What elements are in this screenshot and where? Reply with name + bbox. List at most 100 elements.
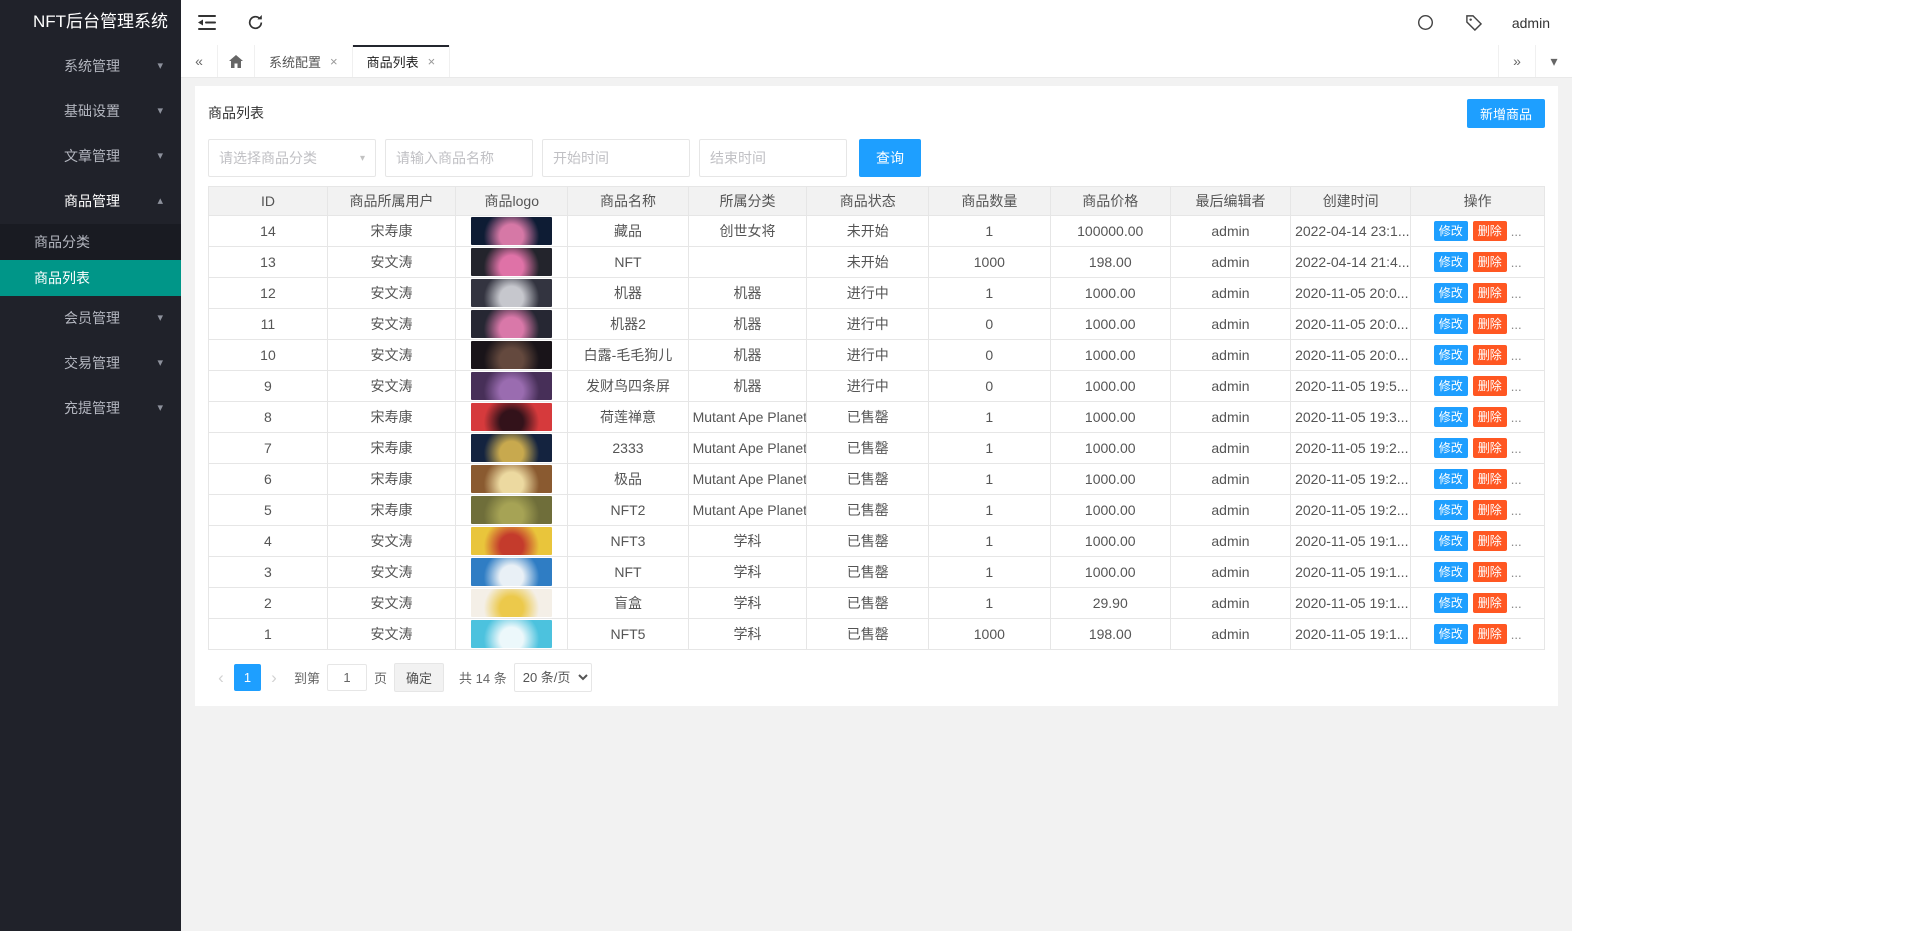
sidebar-item-member-mgmt[interactable]: 会员管理 ▾ <box>0 296 181 341</box>
delete-button[interactable]: 删除 <box>1473 562 1507 582</box>
edit-button[interactable]: 修改 <box>1434 531 1468 551</box>
edit-button[interactable]: 修改 <box>1434 314 1468 334</box>
close-icon[interactable]: × <box>428 55 436 68</box>
edit-button[interactable]: 修改 <box>1434 407 1468 427</box>
table-row: 5宋寿康NFT2Mutant Ape Planet已售罄11000.00admi… <box>209 495 1545 526</box>
cell-id: 14 <box>209 216 328 247</box>
cell-price: 1000.00 <box>1050 402 1170 433</box>
cell-created: 2020-11-05 20:0... <box>1291 309 1411 340</box>
chevron-down-icon: ▾ <box>360 153 365 164</box>
delete-button[interactable]: 删除 <box>1473 345 1507 365</box>
more-actions-button[interactable]: ... <box>1511 286 1522 301</box>
column-header: 商品所属用户 <box>327 187 455 216</box>
more-actions-button[interactable]: ... <box>1511 379 1522 394</box>
sidebar-item-product-category[interactable]: 商品分类 <box>0 224 181 260</box>
category-select[interactable]: 请选择商品分类 ▾ <box>208 139 376 177</box>
edit-button[interactable]: 修改 <box>1434 562 1468 582</box>
edit-button[interactable]: 修改 <box>1434 469 1468 489</box>
cell-logo <box>456 216 568 247</box>
cell-category: 学科 <box>688 619 807 650</box>
product-name-input[interactable] <box>385 139 533 177</box>
more-actions-button[interactable]: ... <box>1511 565 1522 580</box>
cell-logo <box>456 557 568 588</box>
more-actions-button[interactable]: ... <box>1511 441 1522 456</box>
more-actions-button[interactable]: ... <box>1511 534 1522 549</box>
more-actions-button[interactable]: ... <box>1511 224 1522 239</box>
sidebar-item-deposit-withdraw-mgmt[interactable]: 充提管理 ▾ <box>0 386 181 431</box>
delete-button[interactable]: 删除 <box>1473 438 1507 458</box>
per-page-select[interactable]: 20 条/页 <box>514 663 592 692</box>
goto-page-input[interactable] <box>327 664 367 691</box>
cell-price: 1000.00 <box>1050 495 1170 526</box>
more-actions-button[interactable]: ... <box>1511 410 1522 425</box>
sidebar-item-label: 基础设置 <box>64 103 120 119</box>
edit-button[interactable]: 修改 <box>1434 438 1468 458</box>
chevron-down-icon: ▾ <box>157 44 163 89</box>
more-actions-button[interactable]: ... <box>1511 503 1522 518</box>
delete-button[interactable]: 删除 <box>1473 500 1507 520</box>
refresh-icon[interactable] <box>245 13 265 33</box>
delete-button[interactable]: 删除 <box>1473 469 1507 489</box>
edit-button[interactable]: 修改 <box>1434 252 1468 272</box>
sidebar-item-system-mgmt[interactable]: 系统管理 ▾ <box>0 44 181 89</box>
tab-product-list[interactable]: 商品列表 × <box>353 45 451 77</box>
cell-created: 2020-11-05 20:0... <box>1291 278 1411 309</box>
scroll-tabs-right-button[interactable]: » <box>1498 45 1535 77</box>
prev-page-button[interactable]: ‹ <box>208 668 234 688</box>
more-actions-button[interactable]: ... <box>1511 472 1522 487</box>
more-actions-button[interactable]: ... <box>1511 627 1522 642</box>
sidebar-item-basic-settings[interactable]: 基础设置 ▾ <box>0 89 181 134</box>
cell-logo <box>456 371 568 402</box>
cell-ops: 修改删除... <box>1411 216 1545 247</box>
more-actions-button[interactable]: ... <box>1511 348 1522 363</box>
cell-id: 11 <box>209 309 328 340</box>
cell-qty: 0 <box>929 371 1051 402</box>
end-time-input[interactable] <box>699 139 847 177</box>
user-menu[interactable]: admin <box>1512 15 1550 31</box>
delete-button[interactable]: 删除 <box>1473 314 1507 334</box>
delete-button[interactable]: 删除 <box>1473 593 1507 613</box>
cell-created: 2020-11-05 19:1... <box>1291 557 1411 588</box>
sidebar-item-trade-mgmt[interactable]: 交易管理 ▾ <box>0 341 181 386</box>
edit-button[interactable]: 修改 <box>1434 593 1468 613</box>
delete-button[interactable]: 删除 <box>1473 407 1507 427</box>
sidebar-item-product-list[interactable]: 商品列表 <box>0 260 181 296</box>
search-button[interactable]: 查询 <box>859 139 921 177</box>
delete-button[interactable]: 删除 <box>1473 221 1507 241</box>
next-page-button[interactable]: › <box>261 668 287 688</box>
edit-button[interactable]: 修改 <box>1434 221 1468 241</box>
delete-button[interactable]: 删除 <box>1473 376 1507 396</box>
cell-editor: admin <box>1170 588 1290 619</box>
moon-icon[interactable] <box>1416 13 1436 33</box>
tag-icon[interactable] <box>1464 13 1484 33</box>
delete-button[interactable]: 删除 <box>1473 531 1507 551</box>
more-actions-button[interactable]: ... <box>1511 317 1522 332</box>
cell-ops: 修改删除... <box>1411 278 1545 309</box>
tab-system-config[interactable]: 系统配置 × <box>255 45 353 77</box>
delete-button[interactable]: 删除 <box>1473 624 1507 644</box>
home-tab[interactable] <box>218 45 255 77</box>
edit-button[interactable]: 修改 <box>1434 376 1468 396</box>
close-icon[interactable]: × <box>330 55 338 68</box>
start-time-input[interactable] <box>542 139 690 177</box>
delete-button[interactable]: 删除 <box>1473 252 1507 272</box>
edit-button[interactable]: 修改 <box>1434 283 1468 303</box>
cell-editor: admin <box>1170 309 1290 340</box>
edit-button[interactable]: 修改 <box>1434 500 1468 520</box>
confirm-page-button[interactable]: 确定 <box>394 663 444 692</box>
more-actions-button[interactable]: ... <box>1511 596 1522 611</box>
current-page-button[interactable]: 1 <box>234 664 261 691</box>
topbar: admin <box>181 0 1572 45</box>
edit-button[interactable]: 修改 <box>1434 345 1468 365</box>
tab-options-dropdown[interactable]: ▾ <box>1535 45 1572 77</box>
delete-button[interactable]: 删除 <box>1473 283 1507 303</box>
collapse-sidebar-icon[interactable] <box>197 13 217 33</box>
sidebar-item-product-mgmt[interactable]: 商品管理 ▴ <box>0 179 181 224</box>
edit-button[interactable]: 修改 <box>1434 624 1468 644</box>
more-actions-button[interactable]: ... <box>1511 255 1522 270</box>
scroll-tabs-left-button[interactable]: « <box>181 45 218 77</box>
sidebar-item-article-mgmt[interactable]: 文章管理 ▾ <box>0 134 181 179</box>
add-product-button[interactable]: 新增商品 <box>1467 99 1545 128</box>
table-header-row: ID商品所属用户商品logo商品名称所属分类商品状态商品数量商品价格最后编辑者创… <box>209 187 1545 216</box>
cell-owner: 安文涛 <box>327 557 455 588</box>
